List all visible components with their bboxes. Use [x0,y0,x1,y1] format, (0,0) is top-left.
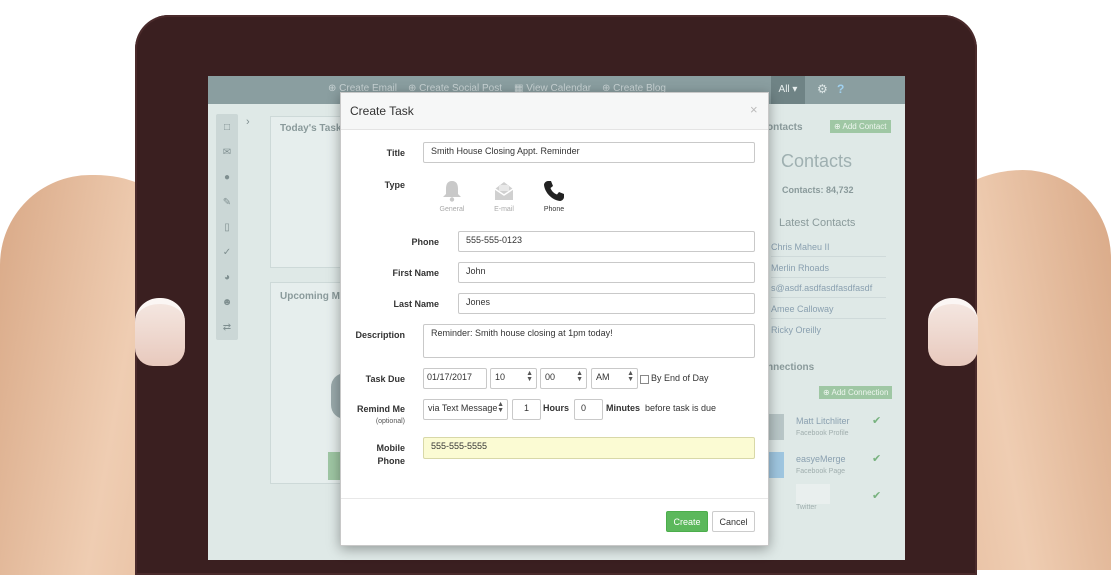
contact-link[interactable]: Ricky Oreilly [771,321,886,339]
mobile-phone-input[interactable]: 555-555-5555 [423,437,755,459]
due-hour-select[interactable]: 10 ▲ ▼ [490,368,537,389]
todays-tasks-tab[interactable]: Today's Tasks [280,123,347,134]
phone-input[interactable]: 555-555-0123 [458,231,755,252]
connection-type: Facebook Profile [796,430,849,437]
remind-me-label: Remind Me [356,404,405,414]
due-ampm-select[interactable]: AM ▲ ▼ [591,368,638,389]
last-name-input[interactable]: Jones [458,293,755,314]
optional-label: (optional) [375,418,405,425]
connection-name[interactable]: Matt Litchliter [796,416,850,426]
hours-label: Hours [543,403,570,413]
mobile-icon[interactable]: ▯ [221,222,233,234]
type-option-phone[interactable]: Phone [534,179,574,213]
add-contact-button[interactable]: ⊕ Add Contact [830,120,891,133]
type-label: Type [384,180,405,190]
before-due-label: before task is due [645,403,717,413]
close-icon[interactable]: × [750,102,758,117]
remind-minutes-input[interactable]: 0 [574,399,603,420]
check-icon: ✔ [872,415,882,427]
contact-link[interactable]: Merlin Rhoads [771,259,886,278]
contacts-title: Contacts [781,151,853,171]
type-option-label: Phone [543,206,565,213]
first-name-label: First Name [392,268,439,278]
title-input[interactable]: Smith House Closing Appt. Reminder [423,142,755,163]
green-button-partial [328,452,340,480]
connection-thumbnail [796,484,830,504]
filter-dropdown[interactable]: All ▾ [771,76,805,104]
phone-label: Phone [411,237,439,247]
latest-contacts-heading: Latest Contacts [779,217,856,229]
remind-via-select[interactable]: via Text Message ▲ ▼ [423,399,508,420]
type-option-general[interactable]: General [432,179,472,213]
end-of-day-label[interactable]: By End of Day [651,373,709,383]
mail-icon[interactable]: ✉ [221,147,233,159]
cancel-button[interactable]: Cancel [712,511,755,532]
minutes-label: Minutes [606,403,641,413]
contacts-tab[interactable]: ontacts [767,122,803,133]
description-textarea[interactable]: Reminder: Smith house closing at 1pm tod… [423,324,755,358]
mobile-phone-label: Mobile [376,443,406,453]
remind-hours-input[interactable]: 1 [512,399,541,420]
transfer-icon[interactable]: ⇄ [221,322,233,334]
last-name-label: Last Name [393,299,439,309]
contacts-count: Contacts: 84,732 [782,185,854,195]
modal-footer-divider [341,498,768,499]
app-sidebar: □ ✉ ● ✎ ▯ ✓ ◕ ☻ ⇄ [216,114,238,340]
connections-tab[interactable]: nnections [767,362,814,373]
document-icon[interactable]: □ [221,122,233,134]
type-option-label: E-mail [494,206,514,213]
gear-icon[interactable]: ⚙ [817,82,828,96]
modal-header: Create Task × [341,93,768,130]
left-thumbnail [135,298,185,366]
help-icon[interactable]: ? [837,82,844,96]
envelope-icon [484,179,524,203]
expand-chevron-icon[interactable]: › [246,116,250,128]
create-task-modal: Create Task × Title Smith House Closing … [340,92,769,546]
check-icon: ✔ [872,490,882,502]
due-minute-select[interactable]: 00 ▲ ▼ [540,368,587,389]
connection-name[interactable]: easyeMerge [796,454,846,464]
type-option-label: General [439,206,465,213]
pencil-icon[interactable]: ✎ [221,197,233,209]
type-option-email[interactable]: E-mail [484,179,524,213]
first-name-input[interactable]: John [458,262,755,283]
connection-type: Facebook Page [796,468,846,475]
create-button[interactable]: Create [666,511,708,532]
task-due-label: Task Due [365,374,405,384]
contact-link[interactable]: Chris Maheu II [771,238,886,257]
connection-type: Twitter [796,504,817,511]
chat-icon[interactable]: ● [221,172,233,184]
users-icon[interactable]: ☻ [221,297,233,309]
add-connection-button[interactable]: ⊕ Add Connection [819,386,893,399]
check-circle-icon[interactable]: ✓ [221,247,233,259]
title-label: Title [386,148,405,158]
description-label: Description [355,330,405,340]
phone-icon [534,179,574,203]
mobile-phone-label-line2: Phone [377,456,405,466]
contact-link[interactable]: s@asdf.asdfasdfasdfasdf [771,279,886,298]
due-date-input[interactable]: 01/17/2017 [423,368,487,389]
end-of-day-checkbox[interactable] [640,375,649,384]
pie-chart-icon[interactable]: ◕ [221,272,233,284]
right-thumbnail [928,298,978,366]
upcoming-tab[interactable]: Upcoming Ma [280,291,346,302]
modal-title: Create Task [350,104,414,118]
bell-icon [432,179,472,203]
contact-link[interactable]: Amee Calloway [771,300,886,319]
check-icon: ✔ [872,453,882,465]
